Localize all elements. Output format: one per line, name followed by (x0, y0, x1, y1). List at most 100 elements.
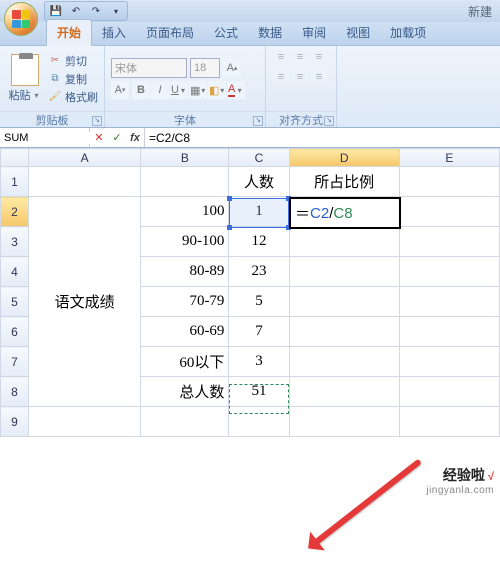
align-center-icon[interactable]: ≡ (291, 68, 309, 86)
cell-c9[interactable] (229, 407, 289, 437)
cell-e3[interactable] (399, 227, 499, 257)
font-name-combo[interactable]: 宋体 (111, 58, 187, 78)
align-left-icon[interactable]: ≡ (272, 68, 290, 86)
cell-d3[interactable] (289, 227, 399, 257)
row-header-2[interactable]: 2 (1, 197, 29, 227)
row-header-8[interactable]: 8 (1, 377, 29, 407)
office-button[interactable] (4, 2, 38, 36)
align-bottom-icon[interactable]: ≡ (310, 48, 328, 66)
cell-c8[interactable]: 51 (229, 377, 289, 407)
row-header-9[interactable]: 9 (1, 407, 29, 437)
cell-e4[interactable] (399, 257, 499, 287)
font-size-combo[interactable]: 18 (190, 58, 220, 78)
alignment-dialog-launcher[interactable]: ↘ (324, 116, 334, 126)
cell-a9[interactable] (29, 407, 141, 437)
cell-c3[interactable]: 12 (229, 227, 289, 257)
font-color-button[interactable]: A▾ (227, 81, 245, 99)
cell-d1[interactable]: 所占比例 (289, 167, 399, 197)
worksheet[interactable]: A B C D E 1 人数 所占比例 2 语文成绩 100 1 3 90-10… (0, 148, 500, 437)
cell-c4[interactable]: 23 (229, 257, 289, 287)
cell-d6[interactable] (289, 317, 399, 347)
formula-input[interactable] (145, 128, 500, 147)
cell-e7[interactable] (399, 347, 499, 377)
fx-icon[interactable]: fx (126, 132, 144, 144)
tab-insert[interactable]: 插入 (92, 20, 136, 45)
enter-formula-icon[interactable]: ✓ (108, 131, 126, 144)
font-name-value: 宋体 (115, 60, 137, 76)
underline-button[interactable]: U▾ (170, 81, 188, 99)
name-box[interactable]: ▾ (0, 128, 90, 147)
row-header-5[interactable]: 5 (1, 287, 29, 317)
tab-review[interactable]: 审阅 (292, 20, 336, 45)
cell-c6[interactable]: 7 (229, 317, 289, 347)
cell-e1[interactable] (399, 167, 499, 197)
decrease-font-icon[interactable]: A▾ (111, 81, 129, 99)
cell-d9[interactable] (289, 407, 399, 437)
cell-b8[interactable]: 总人数 (141, 377, 229, 407)
row-header-3[interactable]: 3 (1, 227, 29, 257)
format-painter-label: 格式刷 (65, 89, 98, 105)
col-header-a[interactable]: A (29, 149, 141, 167)
cell-c2[interactable]: 1 (229, 197, 289, 227)
border-button[interactable]: ▦▾ (189, 81, 207, 99)
cell-e8[interactable] (399, 377, 499, 407)
cell-b4[interactable]: 80-89 (141, 257, 229, 287)
align-middle-icon[interactable]: ≡ (291, 48, 309, 66)
cell-d5[interactable] (289, 287, 399, 317)
tab-page-layout[interactable]: 页面布局 (136, 20, 204, 45)
tab-data[interactable]: 数据 (248, 20, 292, 45)
italic-button[interactable]: I (151, 81, 169, 99)
row-header-6[interactable]: 6 (1, 317, 29, 347)
cut-button[interactable]: ✂剪切 (48, 53, 98, 69)
cancel-formula-icon[interactable]: ✕ (90, 131, 108, 144)
cell-d2[interactable] (289, 197, 399, 227)
ribbon: 粘贴▾ ✂剪切 ⧉复制 🖌格式刷 剪贴板↘ 宋体 18 A▴ A▾ B I U▾… (0, 46, 500, 128)
cell-d8[interactable] (289, 377, 399, 407)
fill-color-button[interactable]: ◧▾ (208, 81, 226, 99)
select-all-corner[interactable] (1, 149, 29, 167)
col-header-c[interactable]: C (229, 149, 289, 167)
cell-e2[interactable] (399, 197, 499, 227)
cell-c1[interactable]: 人数 (229, 167, 289, 197)
row-header-4[interactable]: 4 (1, 257, 29, 287)
row-header-7[interactable]: 7 (1, 347, 29, 377)
cell-b5[interactable]: 70-79 (141, 287, 229, 317)
cell-a1[interactable] (29, 167, 141, 197)
format-painter-button[interactable]: 🖌格式刷 (48, 89, 98, 105)
cell-e5[interactable] (399, 287, 499, 317)
cell-b9[interactable] (141, 407, 229, 437)
row-header-1[interactable]: 1 (1, 167, 29, 197)
cell-e9[interactable] (399, 407, 499, 437)
copy-button[interactable]: ⧉复制 (48, 71, 98, 87)
align-top-icon[interactable]: ≡ (272, 48, 290, 66)
align-right-icon[interactable]: ≡ (310, 68, 328, 86)
cell-b6[interactable]: 60-69 (141, 317, 229, 347)
font-dialog-launcher[interactable]: ↘ (253, 116, 263, 126)
cell-c7[interactable]: 3 (229, 347, 289, 377)
alignment-group-label: 对齐方式 (279, 115, 323, 127)
col-header-d[interactable]: D (289, 149, 399, 167)
cell-b3[interactable]: 90-100 (141, 227, 229, 257)
bold-button[interactable]: B (132, 81, 150, 99)
save-icon[interactable]: 💾 (49, 4, 63, 18)
tab-home[interactable]: 开始 (46, 19, 92, 46)
redo-icon[interactable]: ↷ (89, 4, 103, 18)
increase-font-icon[interactable]: A▴ (223, 59, 241, 77)
col-header-b[interactable]: B (141, 149, 229, 167)
tab-addins[interactable]: 加载项 (380, 20, 436, 45)
qat-dropdown-icon[interactable]: ▾ (109, 4, 123, 18)
cell-b1[interactable] (141, 167, 229, 197)
tab-view[interactable]: 视图 (336, 20, 380, 45)
col-header-e[interactable]: E (399, 149, 499, 167)
paste-button[interactable]: 粘贴▾ (6, 54, 44, 103)
undo-icon[interactable]: ↶ (69, 4, 83, 18)
tab-formulas[interactable]: 公式 (204, 20, 248, 45)
cell-b7[interactable]: 60以下 (141, 347, 229, 377)
cell-a-merged[interactable]: 语文成绩 (29, 197, 141, 407)
cell-c5[interactable]: 5 (229, 287, 289, 317)
cell-b2[interactable]: 100 (141, 197, 229, 227)
cell-d4[interactable] (289, 257, 399, 287)
cell-e6[interactable] (399, 317, 499, 347)
cell-d7[interactable] (289, 347, 399, 377)
clipboard-dialog-launcher[interactable]: ↘ (92, 116, 102, 126)
